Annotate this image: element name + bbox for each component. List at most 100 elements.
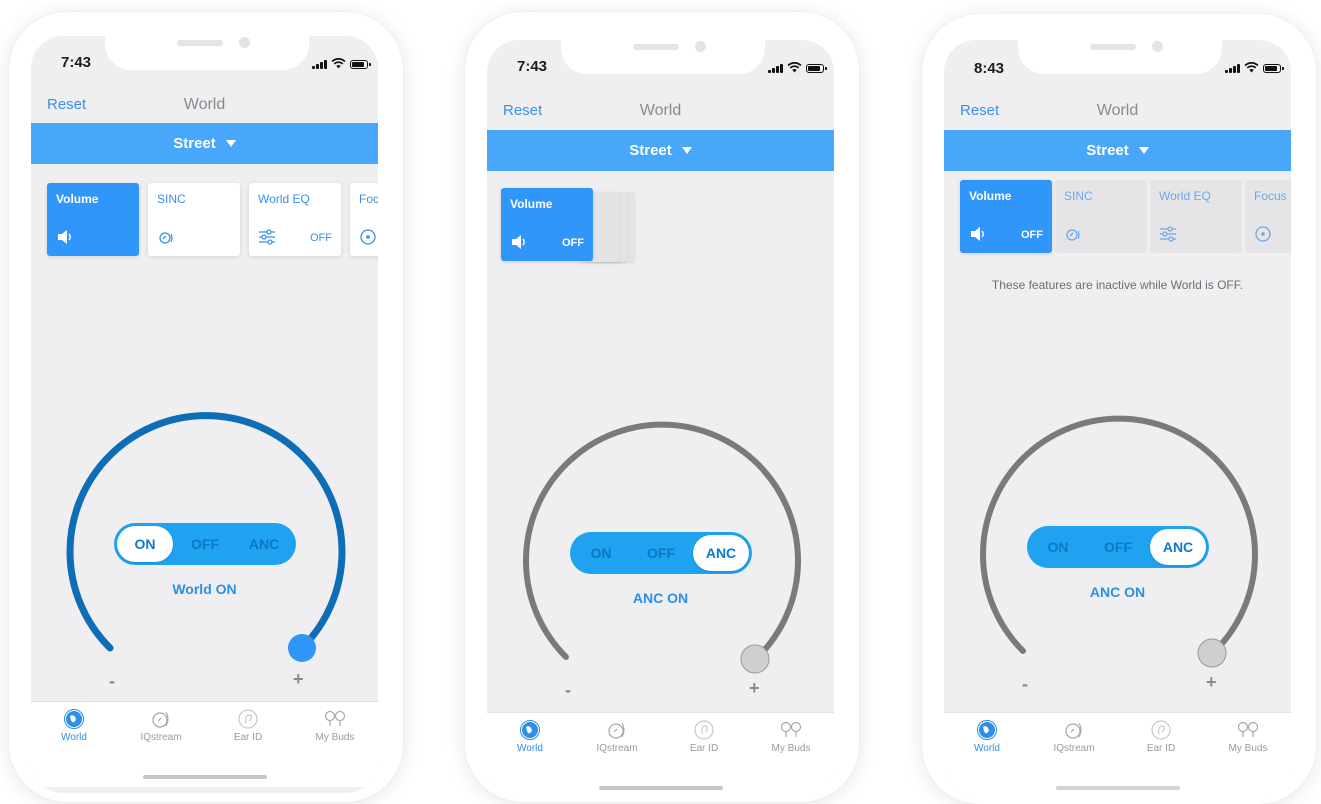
phone-screen-2: 7:43 Reset World Street Volume OFF ON OF… bbox=[487, 40, 834, 797]
tab-bar: World IQstream Ear ID My Buds bbox=[944, 712, 1291, 797]
home-indicator bbox=[143, 775, 267, 779]
preset-selector[interactable]: Street bbox=[487, 130, 834, 171]
mode-status: World ON bbox=[172, 581, 237, 597]
preset-label: Street bbox=[173, 135, 216, 152]
tab-ear-id[interactable]: Ear ID bbox=[205, 708, 291, 743]
speaker-icon bbox=[58, 230, 71, 244]
mode-off[interactable]: OFF bbox=[177, 523, 233, 565]
sinc-icon bbox=[1066, 229, 1080, 241]
earbuds-icon bbox=[1237, 721, 1259, 737]
tab-world[interactable]: World bbox=[944, 719, 1030, 754]
tab-iqstream[interactable]: IQstream bbox=[574, 719, 660, 754]
card-volume[interactable]: Volume bbox=[47, 183, 139, 256]
mode-anc[interactable]: ANC bbox=[236, 523, 292, 565]
decrease-label: - bbox=[565, 680, 571, 700]
card-sinc: SINC bbox=[1055, 180, 1147, 253]
mode-on[interactable]: ON bbox=[117, 526, 173, 562]
caret-down-icon bbox=[1138, 147, 1149, 154]
tab-ear-id[interactable]: Ear ID bbox=[661, 719, 747, 754]
tab-my-buds-label: My Buds bbox=[1228, 743, 1268, 754]
level-dial[interactable]: ON OFF ANC World ON - + bbox=[31, 371, 378, 701]
signal-icon bbox=[768, 63, 783, 73]
mode-on[interactable]: ON bbox=[573, 532, 629, 574]
preset-label: Street bbox=[1086, 142, 1129, 159]
focus-icon bbox=[1255, 226, 1271, 242]
mode-anc[interactable]: ANC bbox=[1150, 529, 1206, 565]
mode-toggle[interactable]: ON OFF ANC bbox=[570, 532, 752, 574]
tab-my-buds-label: My Buds bbox=[771, 743, 811, 754]
earbuds-icon bbox=[780, 721, 802, 737]
battery-icon bbox=[806, 64, 827, 73]
tab-ear-id[interactable]: Ear ID bbox=[1118, 719, 1204, 754]
phone-screen-3: 8:43 Reset World Street Volume OFF SINC … bbox=[944, 40, 1291, 797]
tab-iqstream[interactable]: IQstream bbox=[118, 708, 204, 743]
preset-selector[interactable]: Street bbox=[944, 130, 1291, 171]
mode-anc[interactable]: ANC bbox=[693, 535, 749, 571]
card-focus: Focus bbox=[1245, 180, 1291, 253]
level-handle bbox=[1197, 638, 1227, 668]
status-icons bbox=[768, 62, 827, 73]
speaker-icon bbox=[971, 227, 984, 241]
inactive-notice: These features are inactive while World … bbox=[991, 278, 1244, 292]
ear-icon bbox=[238, 709, 258, 729]
globe-icon bbox=[977, 720, 997, 740]
increase-label: + bbox=[293, 669, 304, 689]
card-world-eq-label: World EQ bbox=[1159, 189, 1211, 203]
iqstream-icon bbox=[152, 711, 169, 728]
increase-label: + bbox=[1206, 672, 1217, 692]
card-focus[interactable]: Foc bbox=[350, 183, 378, 256]
tab-iqstream-label: IQstream bbox=[1053, 743, 1095, 754]
tab-world-label: World bbox=[61, 732, 87, 743]
focus-icon bbox=[360, 229, 376, 245]
tab-iqstream-label: IQstream bbox=[596, 743, 638, 754]
signal-icon bbox=[312, 59, 327, 69]
card-focus-label: Focus bbox=[1254, 189, 1287, 203]
card-world-eq: World EQ bbox=[1150, 180, 1242, 253]
tab-iqstream-label: IQstream bbox=[140, 732, 182, 743]
feature-cards: Volume SINC World EQ OFF Foc bbox=[47, 183, 378, 257]
preset-label: Street bbox=[629, 142, 672, 159]
increase-label: + bbox=[749, 678, 760, 698]
card-world-eq-label: World EQ bbox=[258, 192, 310, 206]
page-title: World bbox=[183, 96, 226, 113]
card-world-eq[interactable]: World EQ OFF bbox=[249, 183, 341, 256]
mode-off[interactable]: OFF bbox=[1090, 526, 1146, 568]
mode-status: ANC ON bbox=[632, 590, 689, 606]
tab-my-buds[interactable]: My Buds bbox=[748, 719, 834, 754]
card-focus-label: Foc bbox=[359, 192, 378, 206]
tab-my-buds-label: My Buds bbox=[315, 732, 355, 743]
battery-icon bbox=[1263, 64, 1284, 73]
card-volume[interactable]: Volume OFF bbox=[960, 180, 1052, 253]
tab-my-buds[interactable]: My Buds bbox=[292, 708, 378, 743]
mode-toggle[interactable]: ON OFF ANC bbox=[1027, 526, 1209, 568]
mode-toggle[interactable]: ON OFF ANC bbox=[114, 523, 296, 565]
mode-status: ANC ON bbox=[1089, 584, 1146, 600]
level-dial[interactable]: ON OFF ANC ANC ON - + bbox=[487, 380, 834, 710]
phone-frame-2: 7:43 Reset World Street Volume OFF ON OF… bbox=[465, 12, 859, 802]
earbuds-icon bbox=[324, 710, 346, 726]
tab-my-buds[interactable]: My Buds bbox=[1205, 719, 1291, 754]
card-sinc[interactable]: SINC bbox=[148, 183, 240, 256]
page-title: World bbox=[1096, 102, 1139, 119]
level-dial[interactable]: ON OFF ANC ANC ON - + bbox=[944, 374, 1291, 704]
mode-off[interactable]: OFF bbox=[633, 532, 689, 574]
feature-cards: Volume OFF SINC World EQ Focus bbox=[960, 180, 1291, 254]
card-sinc-label: SINC bbox=[157, 192, 186, 206]
card-volume-label: Volume bbox=[510, 197, 553, 211]
tab-ear-id-label: Ear ID bbox=[233, 732, 263, 743]
preset-selector[interactable]: Street bbox=[31, 123, 378, 164]
tab-iqstream[interactable]: IQstream bbox=[1031, 719, 1117, 754]
notch bbox=[561, 40, 765, 74]
card-volume[interactable]: Volume OFF bbox=[501, 188, 593, 261]
mode-on[interactable]: ON bbox=[1030, 526, 1086, 568]
status-time: 7:43 bbox=[61, 54, 92, 71]
signal-icon bbox=[1225, 63, 1240, 73]
wifi-icon bbox=[331, 58, 346, 69]
card-volume-status: OFF bbox=[1021, 229, 1043, 241]
tab-world[interactable]: World bbox=[31, 708, 117, 743]
sinc-icon bbox=[159, 232, 173, 244]
tab-world[interactable]: World bbox=[487, 719, 573, 754]
globe-icon bbox=[64, 709, 84, 729]
phone-frame-1: 7:43 Reset World Street Volume SINC Worl… bbox=[9, 12, 403, 802]
card-volume-label: Volume bbox=[969, 189, 1012, 203]
